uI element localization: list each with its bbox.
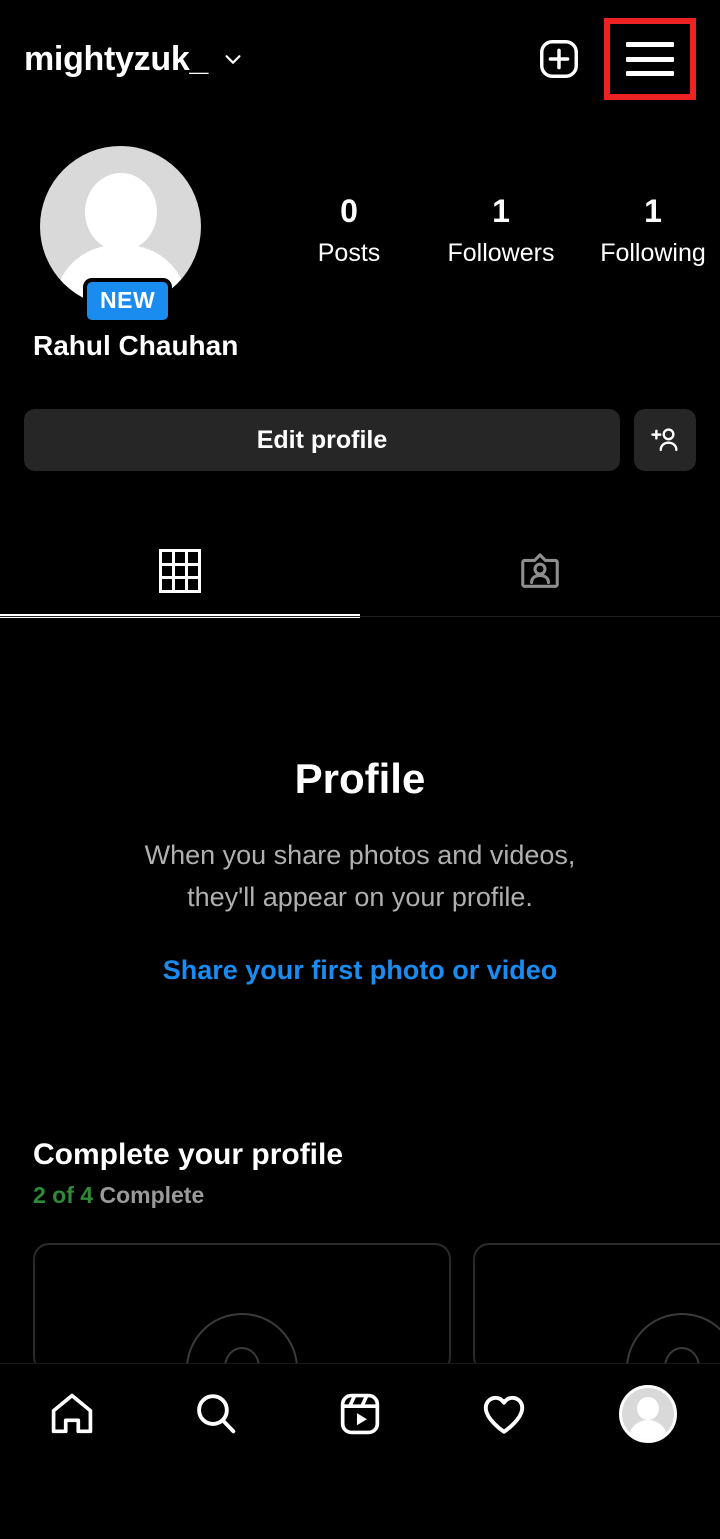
nav-avatar-head xyxy=(637,1397,659,1420)
empty-state-description: When you share photos and videos, they'l… xyxy=(0,835,720,919)
edit-profile-button[interactable]: Edit profile xyxy=(24,409,620,471)
tab-grid[interactable] xyxy=(0,524,360,618)
stat-value: 0 xyxy=(340,193,358,229)
header-actions xyxy=(536,18,696,100)
share-first-photo-link[interactable]: Share your first photo or video xyxy=(163,955,558,986)
hamburger-line xyxy=(626,56,674,62)
stat-posts[interactable]: 0 Posts xyxy=(273,193,425,268)
complete-profile-section: Complete your profile 2 of 4 Complete xyxy=(33,1138,720,1209)
nav-home[interactable] xyxy=(0,1382,144,1446)
tagged-person-card-icon xyxy=(521,553,559,588)
hamburger-line xyxy=(626,42,674,47)
profile-actions: Edit profile xyxy=(24,409,696,471)
add-person-icon xyxy=(651,428,678,452)
create-button[interactable] xyxy=(536,36,582,82)
avatar-block: NEW xyxy=(40,146,201,324)
account-switcher[interactable]: mightyzuk_ xyxy=(24,40,244,79)
stat-value: 1 xyxy=(644,193,662,229)
home-icon xyxy=(51,1393,93,1434)
tab-tagged[interactable] xyxy=(360,524,720,618)
stat-label: Posts xyxy=(317,239,381,268)
complete-profile-cards xyxy=(33,1243,720,1373)
display-name: Rahul Chauhan xyxy=(33,330,239,361)
stat-followers[interactable]: 1 Followers xyxy=(425,193,577,268)
instagram-profile-screen: mightyzuk_ NEW 0 Posts 1 Followers 1 Fol… xyxy=(0,0,720,1539)
profile-tabs xyxy=(0,524,720,618)
nav-search[interactable] xyxy=(144,1382,288,1446)
hamburger-line xyxy=(626,71,674,76)
profile-stats: 0 Posts 1 Followers 1 Following xyxy=(273,193,720,268)
tabs-divider xyxy=(0,616,720,617)
complete-profile-card[interactable] xyxy=(33,1243,451,1373)
username-label: mightyzuk_ xyxy=(24,39,209,78)
chevron-down-icon xyxy=(225,55,241,64)
profile-summary: NEW 0 Posts 1 Followers 1 Following xyxy=(0,146,720,324)
stat-label: Followers xyxy=(447,239,555,268)
empty-desc-line2: they'll appear on your profile. xyxy=(187,881,533,912)
nav-activity[interactable] xyxy=(432,1382,576,1446)
nav-avatar-body xyxy=(628,1420,668,1440)
empty-state-title: Profile xyxy=(294,755,426,802)
bottom-navigation xyxy=(0,1363,720,1539)
app-header: mightyzuk_ xyxy=(0,0,720,118)
complete-profile-title: Complete your profile xyxy=(33,1138,344,1171)
stat-label: Following xyxy=(600,239,706,268)
empty-desc-line1: When you share photos and videos, xyxy=(144,840,576,870)
stat-following[interactable]: 1 Following xyxy=(577,193,720,268)
nav-reels[interactable] xyxy=(288,1382,432,1446)
progress-count: 2 of 4 xyxy=(33,1182,94,1208)
plus-square-icon xyxy=(540,40,578,78)
heart-icon xyxy=(483,1395,525,1434)
empty-profile-state: Profile When you share photos and videos… xyxy=(0,755,720,986)
nav-profile[interactable] xyxy=(576,1382,720,1446)
progress-word: Complete xyxy=(99,1182,205,1208)
grid-icon xyxy=(159,549,201,593)
avatar-head xyxy=(84,173,157,251)
reels-icon xyxy=(340,1393,380,1435)
profile-avatar-icon xyxy=(619,1385,677,1443)
discover-people-button[interactable] xyxy=(634,409,696,471)
complete-profile-progress: 2 of 4 Complete xyxy=(33,1182,720,1209)
menu-button-highlight xyxy=(604,18,696,100)
complete-profile-card[interactable] xyxy=(473,1243,720,1373)
new-badge[interactable]: NEW xyxy=(83,278,173,324)
stat-value: 1 xyxy=(492,193,510,229)
search-icon xyxy=(197,1394,236,1434)
hamburger-menu-icon[interactable] xyxy=(626,42,674,76)
